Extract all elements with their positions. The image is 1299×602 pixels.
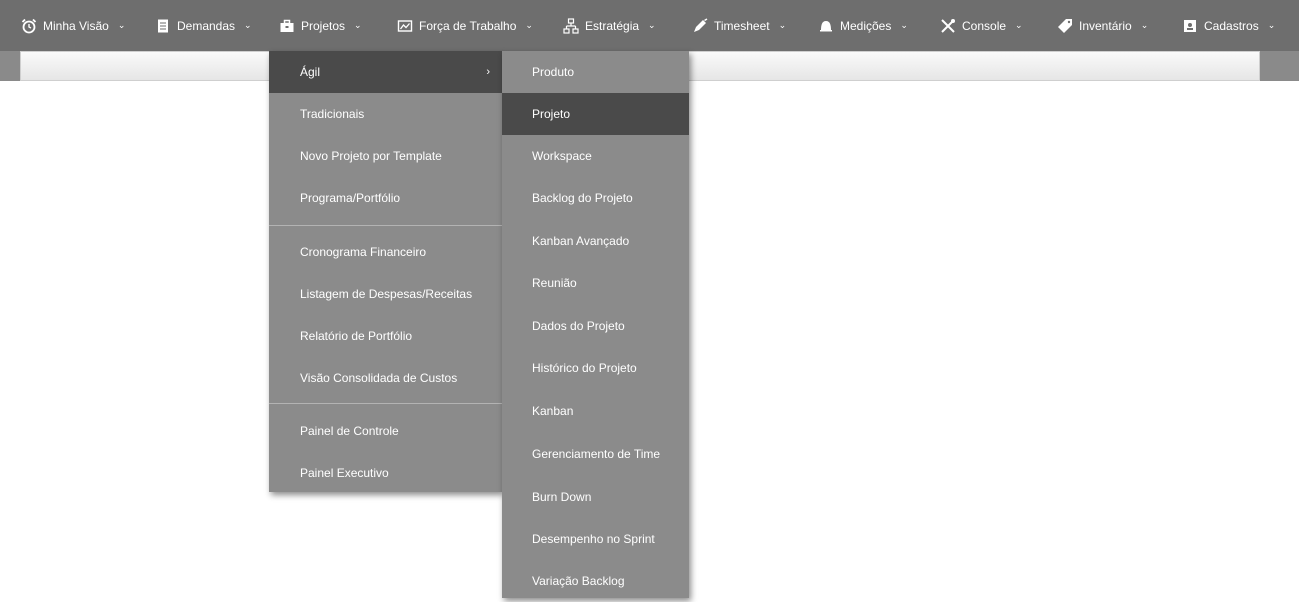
- menu-item-label: Relatório de Portfólio: [300, 329, 413, 343]
- submenu-item-reuniao[interactable]: Reunião: [502, 262, 689, 304]
- menu-item-visao-consolidada-custos[interactable]: Visão Consolidada de Custos: [269, 357, 502, 399]
- chevron-down-icon: ⌄: [1015, 20, 1023, 30]
- menu-item-label: Workspace: [532, 149, 592, 163]
- menu-item-label: Dados do Projeto: [532, 319, 625, 333]
- nav-label: Timesheet: [714, 18, 770, 33]
- menu-item-label: Kanban Avançado: [532, 234, 630, 248]
- menu-item-listagem-despesas[interactable]: Listagem de Despesas/Receitas: [269, 273, 502, 315]
- menu-item-novo-projeto-template[interactable]: Novo Projeto por Template: [269, 135, 502, 177]
- menu-item-label: Reunião: [532, 276, 577, 290]
- chevron-down-icon: ⌄: [778, 20, 787, 30]
- menu-item-label: Variação Backlog: [532, 574, 625, 588]
- menu-item-label: Burn Down: [532, 490, 592, 504]
- menu-item-agil[interactable]: Ágil ›: [269, 51, 502, 93]
- submenu-item-backlog-projeto[interactable]: Backlog do Projeto: [502, 177, 689, 219]
- submenu-item-workspace[interactable]: Workspace: [502, 135, 689, 177]
- menu-item-label: Desempenho no Sprint: [532, 532, 655, 546]
- nav-label: Minha Visão: [43, 18, 109, 33]
- briefcase-icon: [279, 18, 295, 34]
- submenu-item-gerenciamento-time[interactable]: Gerenciamento de Time: [502, 433, 689, 475]
- menu-item-tradicionais[interactable]: Tradicionais: [269, 93, 502, 135]
- tag-icon: [1057, 18, 1073, 34]
- alarm-clock-icon: [21, 18, 37, 34]
- nav-minha-visao[interactable]: Minha Visão ⌄: [21, 0, 125, 51]
- menu-item-label: Produto: [532, 65, 575, 79]
- hierarchy-icon: [563, 17, 579, 34]
- submenu-item-desempenho-sprint[interactable]: Desempenho no Sprint: [502, 518, 689, 560]
- submenu-item-dados-projeto[interactable]: Dados do Projeto: [502, 305, 689, 347]
- top-navbar: Minha Visão ⌄ Demandas ⌄ Projetos ⌄ Forç…: [0, 0, 1299, 51]
- submenu-item-kanban-avancado[interactable]: Kanban Avançado: [502, 220, 689, 262]
- chart-window-icon: [397, 18, 413, 34]
- menu-item-label: Cronograma Financeiro: [300, 245, 427, 259]
- agil-submenu: Produto Projeto Workspace Backlog do Pro…: [502, 51, 689, 598]
- menu-item-label: Painel de Controle: [300, 424, 399, 438]
- menu-divider: [269, 225, 502, 226]
- chevron-down-icon: ⌄: [648, 20, 656, 30]
- submenu-item-kanban[interactable]: Kanban: [502, 390, 689, 432]
- tools-icon: [940, 18, 956, 34]
- menu-item-label: Tradicionais: [300, 107, 365, 121]
- nav-inventario[interactable]: Inventário ⌄: [1057, 0, 1148, 51]
- nav-demandas[interactable]: Demandas ⌄: [155, 0, 252, 51]
- nav-medicoes[interactable]: Medições ⌄: [818, 0, 908, 51]
- menu-item-label: Ágil: [300, 65, 321, 79]
- menu-item-programa-portfolio[interactable]: Programa/Portfólio: [269, 177, 502, 219]
- menu-item-label: Painel Executivo: [300, 466, 389, 480]
- nav-label: Estratégia: [585, 18, 640, 33]
- menu-item-label: Visão Consolidada de Custos: [300, 371, 458, 385]
- menu-item-painel-controle[interactable]: Painel de Controle: [269, 410, 502, 452]
- menu-item-cronograma-financeiro[interactable]: Cronograma Financeiro: [269, 231, 502, 273]
- chevron-down-icon: ⌄: [244, 20, 252, 30]
- nav-label: Medições: [840, 18, 892, 33]
- nav-label: Cadastros: [1204, 18, 1259, 33]
- chevron-down-icon: ⌄: [525, 20, 533, 30]
- menu-item-label: Programa/Portfólio: [300, 191, 401, 205]
- menu-item-label: Projeto: [532, 107, 571, 121]
- menu-item-label: Kanban: [532, 404, 574, 418]
- projetos-dropdown-menu: Ágil › Tradicionais Novo Projeto por Tem…: [269, 51, 502, 492]
- chevron-down-icon: ⌄: [1267, 20, 1276, 30]
- nav-timesheet[interactable]: Timesheet ⌄: [692, 0, 786, 51]
- submenu-item-variacao-backlog[interactable]: Variação Backlog: [502, 560, 689, 602]
- chevron-down-icon: ⌄: [354, 20, 362, 30]
- submenu-item-historico-projeto[interactable]: Histórico do Projeto: [502, 347, 689, 389]
- menu-item-painel-executivo[interactable]: Painel Executivo: [269, 452, 502, 494]
- chevron-down-icon: ⌄: [117, 20, 126, 30]
- menu-item-label: Novo Projeto por Template: [300, 149, 442, 163]
- nav-cadastros[interactable]: Cadastros ⌄: [1182, 0, 1275, 51]
- nav-label: Inventário: [1079, 18, 1132, 33]
- nav-label: Console: [962, 18, 1007, 33]
- menu-item-label: Backlog do Projeto: [532, 191, 633, 205]
- menu-item-label: Gerenciamento de Time: [532, 447, 661, 461]
- contact-card-icon: [1182, 18, 1198, 34]
- nav-estrategia[interactable]: Estratégia ⌄: [563, 0, 656, 51]
- menu-item-label: Histórico do Projeto: [532, 361, 637, 375]
- chevron-right-icon: ›: [486, 66, 490, 78]
- submenu-item-produto[interactable]: Produto: [502, 51, 689, 93]
- menu-item-label: Listagem de Despesas/Receitas: [300, 287, 473, 301]
- chevron-down-icon: ⌄: [900, 20, 908, 30]
- menu-item-relatorio-portfolio[interactable]: Relatório de Portfólio: [269, 315, 502, 357]
- document-icon: [155, 18, 171, 34]
- nav-label: Demandas: [177, 18, 236, 33]
- nav-label: Projetos: [301, 18, 346, 33]
- nav-label: Força de Trabalho: [419, 18, 517, 33]
- nav-projetos[interactable]: Projetos ⌄: [279, 0, 362, 51]
- submenu-item-projeto[interactable]: Projeto: [502, 93, 689, 135]
- pen-icon: [692, 17, 708, 34]
- nav-forca-de-trabalho[interactable]: Força de Trabalho ⌄: [397, 0, 533, 51]
- bell-icon: [818, 18, 834, 34]
- submenu-item-burn-down[interactable]: Burn Down: [502, 476, 689, 518]
- menu-divider: [269, 403, 502, 404]
- nav-console[interactable]: Console ⌄: [940, 0, 1023, 51]
- chevron-down-icon: ⌄: [1140, 20, 1149, 30]
